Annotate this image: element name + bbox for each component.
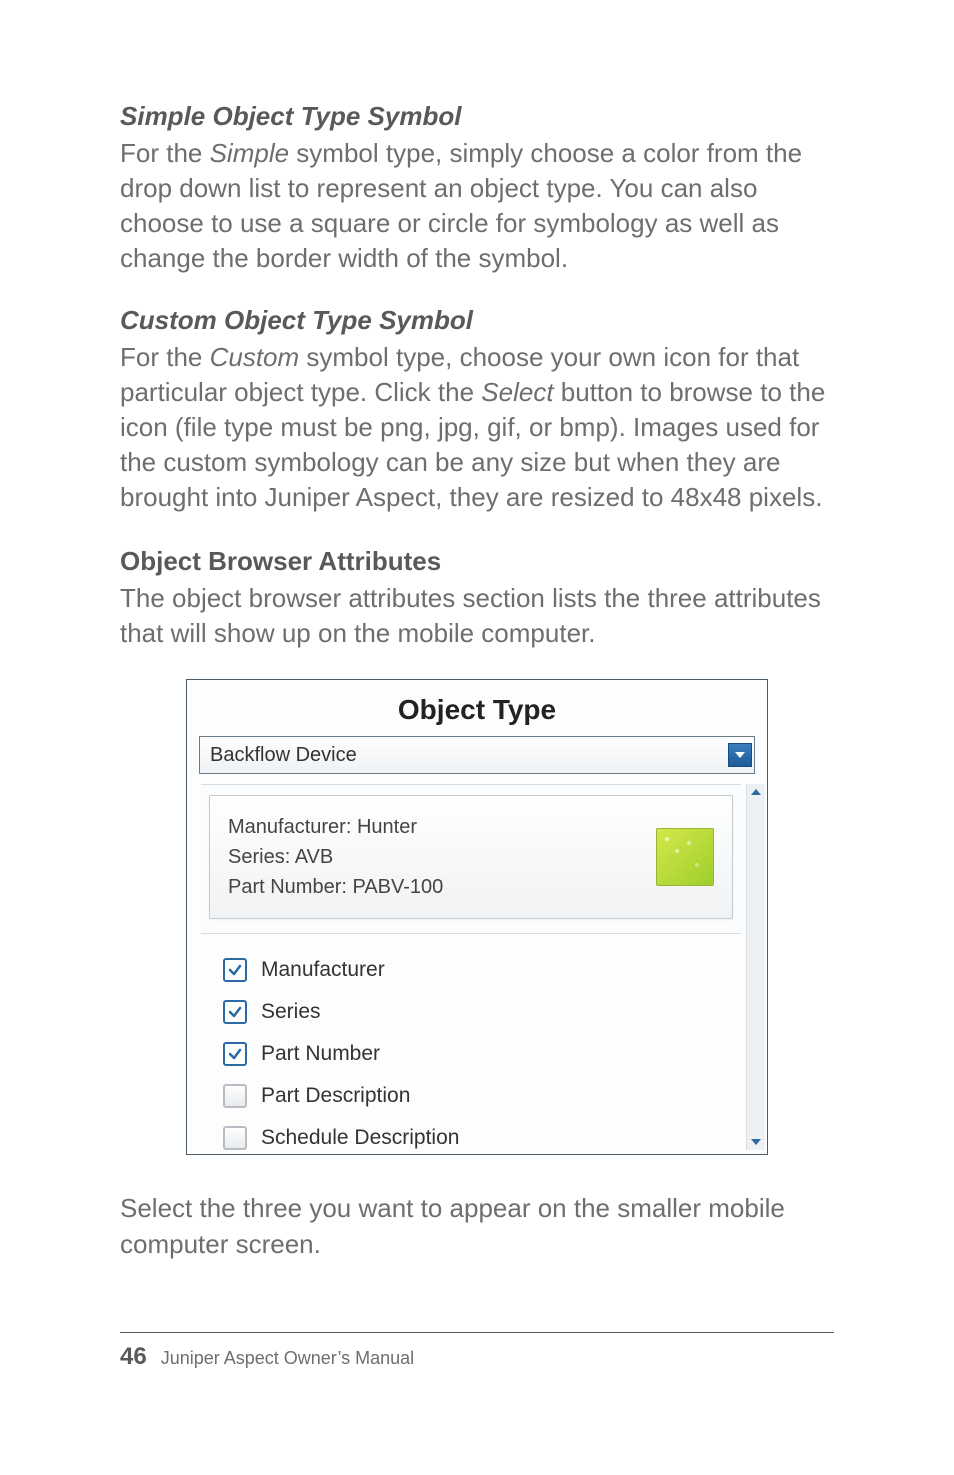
scroll-up-icon[interactable] <box>747 784 765 800</box>
chevron-down-icon[interactable] <box>728 743 752 767</box>
panel-title: Object Type <box>187 680 767 736</box>
text-italic: Simple <box>210 138 289 168</box>
paragraph-browser: The object browser attributes section li… <box>120 581 834 651</box>
preview-card: Manufacturer: Hunter Series: AVB Part Nu… <box>209 795 733 919</box>
text-italic: Custom <box>210 342 300 372</box>
object-type-panel: Object Type Backflow Device Manufacturer… <box>186 679 768 1155</box>
scroll-down-icon[interactable] <box>747 1134 765 1150</box>
checkbox-label: Manufacturer <box>261 958 385 982</box>
page-footer: 46 Juniper Aspect Owner’s Manual <box>120 1332 834 1371</box>
text: For the <box>120 138 210 168</box>
page-number: 46 <box>120 1343 147 1371</box>
checkbox-checked-icon[interactable] <box>223 958 247 982</box>
list-item[interactable]: Series <box>223 1000 741 1024</box>
paragraph-after-figure: Select the three you want to appear on t… <box>120 1191 834 1261</box>
list-item[interactable]: Schedule Description <box>223 1126 741 1150</box>
checkbox-label: Schedule Description <box>261 1126 459 1150</box>
object-type-dropdown[interactable]: Backflow Device <box>199 736 755 774</box>
figure-container: Object Type Backflow Device Manufacturer… <box>120 679 834 1155</box>
attributes-scroll-area: Manufacturer: Hunter Series: AVB Part Nu… <box>187 784 767 1150</box>
heading-simple: Simple Object Type Symbol <box>120 100 834 134</box>
checkbox-label: Part Description <box>261 1084 410 1108</box>
heading-browser: Object Browser Attributes <box>120 545 834 579</box>
checkbox-label: Series <box>261 1000 321 1024</box>
preview-text: Manufacturer: Hunter Series: AVB Part Nu… <box>228 812 443 902</box>
text: For the <box>120 342 210 372</box>
list-item[interactable]: Part Number <box>223 1042 741 1066</box>
preview-region: Manufacturer: Hunter Series: AVB Part Nu… <box>201 784 741 934</box>
paragraph-simple: For the Simple symbol type, simply choos… <box>120 136 834 276</box>
page: Simple Object Type Symbol For the Simple… <box>0 0 954 1431</box>
preview-line: Part Number: PABV-100 <box>228 872 443 902</box>
heading-custom: Custom Object Type Symbol <box>120 304 834 338</box>
text-italic: Select <box>481 377 553 407</box>
list-item[interactable]: Manufacturer <box>223 958 741 982</box>
checkbox-unchecked-icon[interactable] <box>223 1084 247 1108</box>
preview-line: Series: AVB <box>228 842 443 872</box>
footer-text: Juniper Aspect Owner’s Manual <box>161 1348 414 1369</box>
preview-line: Manufacturer: Hunter <box>228 812 443 842</box>
scrollbar[interactable] <box>746 784 765 1150</box>
checkbox-checked-icon[interactable] <box>223 1042 247 1066</box>
attribute-checklist: Manufacturer Series Part Number <box>201 934 741 1150</box>
list-item[interactable]: Part Description <box>223 1084 741 1108</box>
dropdown-value: Backflow Device <box>210 744 357 767</box>
checkbox-unchecked-icon[interactable] <box>223 1126 247 1150</box>
color-swatch <box>656 828 714 886</box>
checkbox-checked-icon[interactable] <box>223 1000 247 1024</box>
checkbox-label: Part Number <box>261 1042 380 1066</box>
paragraph-custom: For the Custom symbol type, choose your … <box>120 340 834 515</box>
